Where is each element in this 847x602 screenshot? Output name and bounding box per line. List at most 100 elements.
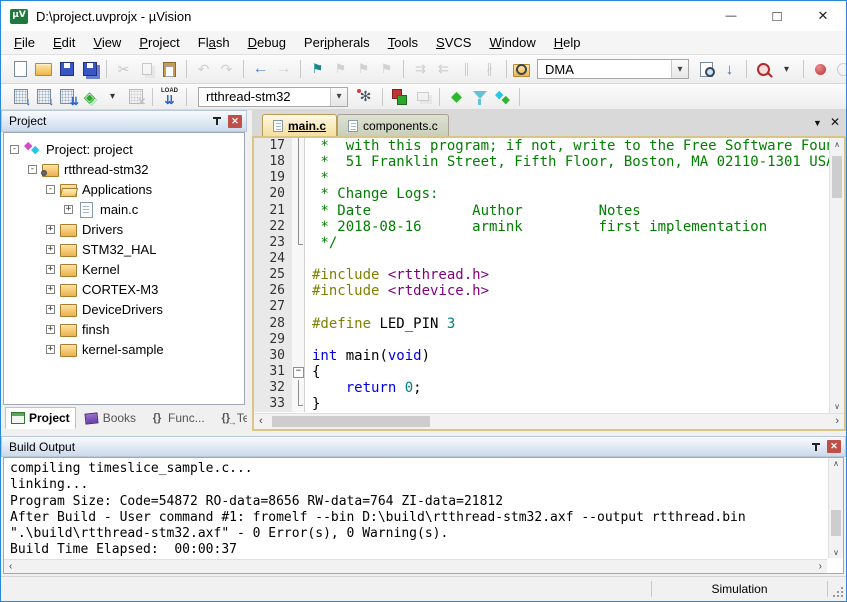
- breakpoint-icon[interactable]: [810, 59, 831, 79]
- build-vertical-scrollbar[interactable]: [828, 458, 843, 558]
- redo-icon[interactable]: [216, 59, 237, 79]
- close-panel-button[interactable]: [827, 440, 841, 453]
- build-icon[interactable]: [33, 87, 54, 107]
- document-tab-main-c[interactable]: main.c: [262, 114, 337, 136]
- simulator-icon[interactable]: [446, 87, 467, 107]
- fold-margin[interactable]: [292, 299, 305, 315]
- pane-tab-func[interactable]: Func...: [145, 408, 210, 428]
- fold-margin[interactable]: [292, 170, 305, 186]
- dropdown-caret-icon[interactable]: [102, 87, 123, 107]
- menu-item-tools[interactable]: Tools: [379, 32, 427, 53]
- dropdown-caret-icon[interactable]: [776, 59, 797, 79]
- search-combobox[interactable]: DMA: [537, 59, 689, 79]
- tree-item-finsh[interactable]: +finsh: [4, 319, 244, 339]
- outdent-icon[interactable]: [433, 59, 454, 79]
- new-file-icon[interactable]: [10, 59, 31, 79]
- expander-icon[interactable]: +: [46, 225, 55, 234]
- expander-icon[interactable]: -: [46, 185, 55, 194]
- menu-item-window[interactable]: Window: [480, 32, 544, 53]
- expander-icon[interactable]: -: [10, 145, 19, 154]
- tree-item-kernel[interactable]: +Kernel: [4, 259, 244, 279]
- function-filter-icon[interactable]: [469, 87, 490, 107]
- fold-margin[interactable]: [292, 267, 305, 283]
- file-extensions-icon[interactable]: [412, 87, 433, 107]
- dropdown-button[interactable]: [330, 88, 347, 106]
- copy-icon[interactable]: [136, 59, 157, 79]
- download-icon[interactable]: [159, 87, 180, 107]
- previous-bookmark-icon[interactable]: [330, 59, 351, 79]
- expander-icon[interactable]: +: [46, 325, 55, 334]
- breakpoint-disabled-icon[interactable]: [833, 59, 846, 79]
- tree-item-project-project[interactable]: -Project: project: [4, 139, 244, 159]
- expander-icon[interactable]: +: [46, 245, 55, 254]
- pin-icon[interactable]: [809, 440, 823, 454]
- menu-item-help[interactable]: Help: [545, 32, 590, 53]
- close-window-button[interactable]: [800, 1, 846, 31]
- expander-icon[interactable]: +: [46, 345, 55, 354]
- scroll-thumb[interactable]: [272, 416, 430, 427]
- expander-icon[interactable]: -: [28, 165, 37, 174]
- rebuild-icon[interactable]: [56, 87, 77, 107]
- incremental-find-icon[interactable]: [719, 59, 740, 79]
- close-document-icon[interactable]: [830, 114, 840, 129]
- build-output-text[interactable]: compiling timeslice_sample.c...linking..…: [4, 458, 827, 558]
- target-options-icon[interactable]: [355, 87, 376, 107]
- tree-item-applications[interactable]: -Applications: [4, 179, 244, 199]
- fold-margin[interactable]: [292, 219, 305, 235]
- dropdown-button[interactable]: [671, 60, 688, 78]
- find-in-files-icon[interactable]: [513, 64, 530, 77]
- manage-components-icon[interactable]: [389, 87, 410, 107]
- translate-icon[interactable]: [10, 87, 31, 107]
- undo-icon[interactable]: [193, 59, 214, 79]
- navigate-forward-icon[interactable]: [273, 59, 294, 79]
- fold-margin[interactable]: [292, 396, 305, 412]
- tree-item-rtthread-stm32[interactable]: -rtthread-stm32: [4, 159, 244, 179]
- comment-icon[interactable]: [456, 59, 477, 79]
- pack-installer-icon[interactable]: [492, 87, 513, 107]
- save-all-icon[interactable]: [79, 59, 100, 79]
- menu-item-view[interactable]: View: [84, 32, 130, 53]
- fold-margin[interactable]: [292, 251, 305, 267]
- clear-bookmarks-icon[interactable]: [376, 59, 397, 79]
- editor-horizontal-scrollbar[interactable]: [254, 413, 844, 429]
- menu-item-flash[interactable]: Flash: [189, 32, 239, 53]
- menu-item-svcs[interactable]: SVCS: [427, 32, 480, 53]
- maximize-button[interactable]: [754, 1, 800, 31]
- next-bookmark-icon[interactable]: [353, 59, 374, 79]
- tree-item-devicedrivers[interactable]: +DeviceDrivers: [4, 299, 244, 319]
- scroll-thumb[interactable]: [832, 156, 842, 198]
- open-file-icon[interactable]: [33, 59, 54, 79]
- indent-icon[interactable]: [410, 59, 431, 79]
- close-panel-button[interactable]: [228, 115, 242, 128]
- pane-tab-project[interactable]: Project: [5, 407, 76, 429]
- fold-margin[interactable]: [292, 186, 305, 202]
- build-horizontal-scrollbar[interactable]: [4, 559, 827, 573]
- menu-item-edit[interactable]: Edit: [44, 32, 84, 53]
- find-in-document-icon[interactable]: [696, 59, 717, 79]
- minimize-button[interactable]: [708, 1, 754, 31]
- batch-build-icon[interactable]: [79, 87, 100, 107]
- insert-bookmark-icon[interactable]: [307, 59, 328, 79]
- fold-margin[interactable]: [292, 154, 305, 170]
- uncomment-icon[interactable]: [479, 59, 500, 79]
- pane-tab-books[interactable]: Books: [80, 408, 141, 428]
- expander-icon[interactable]: +: [64, 205, 73, 214]
- fold-margin[interactable]: [292, 138, 305, 154]
- menu-item-file[interactable]: File: [5, 32, 44, 53]
- fold-margin[interactable]: [292, 316, 305, 332]
- tree-item-cortex-m3[interactable]: +CORTEX-M3: [4, 279, 244, 299]
- fold-margin[interactable]: [292, 380, 305, 396]
- resize-grip[interactable]: [828, 577, 846, 600]
- menu-item-debug[interactable]: Debug: [239, 32, 295, 53]
- tree-item-drivers[interactable]: +Drivers: [4, 219, 244, 239]
- navigate-back-icon[interactable]: [250, 59, 271, 79]
- scroll-thumb[interactable]: [831, 510, 841, 536]
- tree-item-main-c[interactable]: +main.c: [4, 199, 244, 219]
- menu-item-peripherals[interactable]: Peripherals: [295, 32, 379, 53]
- pin-icon[interactable]: [210, 114, 224, 128]
- expander-icon[interactable]: +: [46, 305, 55, 314]
- fold-margin[interactable]: [292, 235, 305, 251]
- fold-margin[interactable]: [292, 332, 305, 348]
- fold-margin[interactable]: [292, 283, 305, 299]
- expander-icon[interactable]: +: [46, 285, 55, 294]
